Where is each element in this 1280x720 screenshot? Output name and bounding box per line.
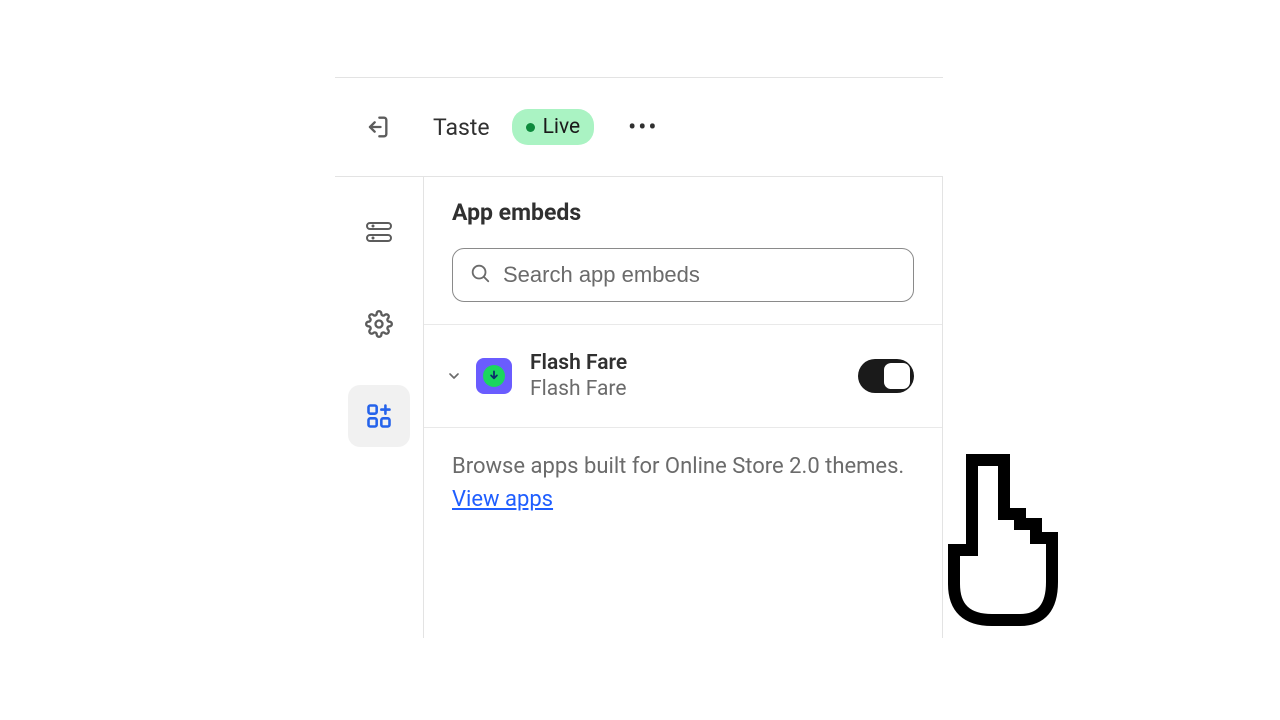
body: App embeds <box>335 176 943 638</box>
section-title: App embeds <box>424 177 942 248</box>
sidebar-item-app-embeds[interactable] <box>348 385 410 447</box>
sidebar-item-settings[interactable] <box>348 293 410 355</box>
toggle-knob <box>884 363 910 389</box>
footer-prefix: Browse apps built for Online Store 2.0 t… <box>452 454 904 479</box>
theme-name: Taste <box>433 114 490 141</box>
footer-text: Browse apps built for Online Store 2.0 t… <box>424 428 942 538</box>
app-labels: Flash Fare Flash Fare <box>530 351 846 401</box>
search-wrap <box>424 248 942 325</box>
app-toggle[interactable] <box>858 359 914 393</box>
search-input[interactable] <box>503 262 897 288</box>
status-badge: Live <box>512 109 595 145</box>
sidebar <box>335 177 423 638</box>
topbar: Taste Live ••• <box>335 78 943 176</box>
exit-icon[interactable] <box>363 113 391 141</box>
editor-panel: Taste Live ••• <box>335 77 943 637</box>
search-icon <box>469 262 491 288</box>
search-input-wrap[interactable] <box>452 248 914 302</box>
more-menu-button[interactable]: ••• <box>628 113 658 141</box>
cursor-pointer-icon <box>924 454 1064 638</box>
sidebar-item-sections[interactable] <box>348 201 410 263</box>
chevron-down-icon[interactable] <box>444 368 464 384</box>
app-embed-row[interactable]: Flash Fare Flash Fare <box>424 325 942 428</box>
app-subtitle: Flash Fare <box>530 377 846 401</box>
content: App embeds <box>423 177 943 638</box>
app-icon <box>476 358 512 394</box>
status-dot-icon <box>526 123 535 132</box>
status-label: Live <box>543 115 581 139</box>
view-apps-link[interactable]: View apps <box>452 487 553 512</box>
app-title: Flash Fare <box>530 351 846 375</box>
